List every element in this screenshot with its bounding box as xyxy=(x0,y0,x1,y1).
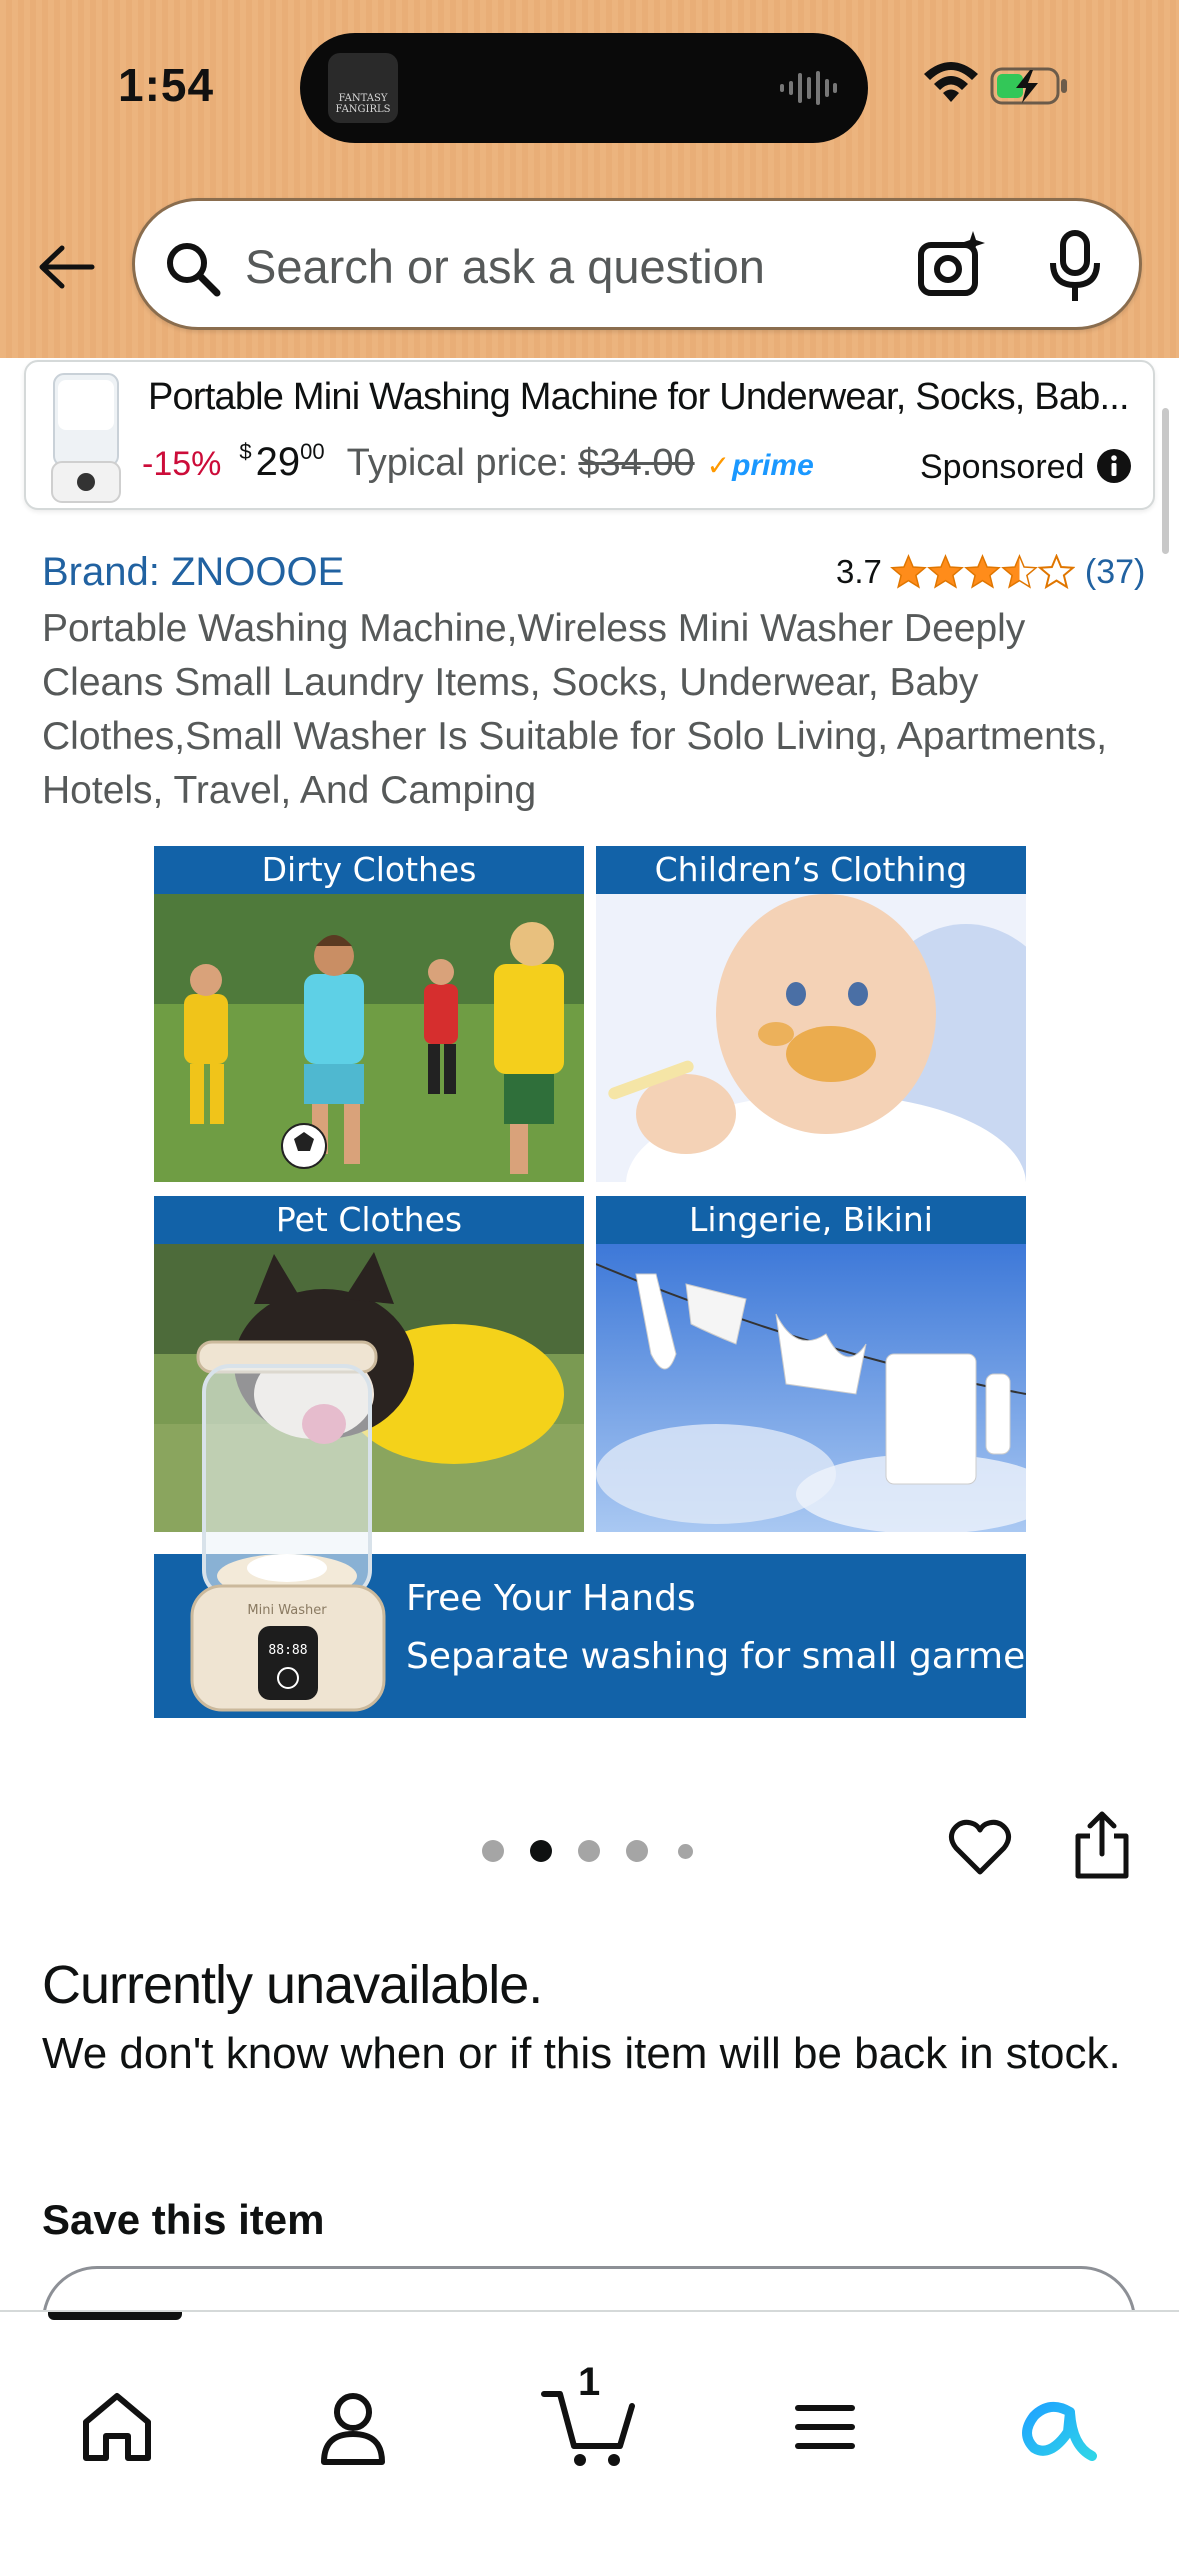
pager-dot[interactable] xyxy=(482,1840,504,1862)
soccer-photo xyxy=(154,894,584,1182)
save-item-heading: Save this item xyxy=(42,2196,325,2243)
camera-lens-icon[interactable] xyxy=(915,229,987,301)
discount-percent: -15% xyxy=(142,445,222,483)
image-tile-lingerie-bikini: Lingerie, Bikini xyxy=(596,1196,1026,1532)
audio-waveform-icon xyxy=(780,71,837,105)
back-arrow-icon[interactable] xyxy=(34,236,96,298)
pager-dot[interactable] xyxy=(678,1844,693,1859)
menu-icon[interactable] xyxy=(780,2382,870,2472)
pager-dot-active[interactable] xyxy=(530,1840,552,1862)
typical-price-value: $34.00 xyxy=(578,442,695,484)
sponsored-label: Sponsored xyxy=(920,448,1085,486)
sponsored-product-title: Portable Mini Washing Machine for Underw… xyxy=(148,376,1130,418)
prime-badge: ✓ prime xyxy=(707,449,814,483)
sponsored-product-thumbnail xyxy=(51,373,121,503)
star-full-icon xyxy=(926,554,964,589)
tile-label: Pet Clothes xyxy=(154,1196,584,1244)
bottom-nav: 1 xyxy=(0,2310,1179,2556)
star-empty-icon xyxy=(1037,554,1075,590)
prime-label: prime xyxy=(732,449,814,482)
tile-label: Children’s Clothing xyxy=(596,846,1026,894)
search-input[interactable] xyxy=(245,231,885,301)
mini-washer-illustration: Mini Washer 88:88 xyxy=(190,1340,386,1712)
promo-line-1: Free Your Hands xyxy=(406,1578,696,1619)
product-image[interactable]: Dirty Clothes Children’s Clothing Pet Cl… xyxy=(154,846,1081,1718)
microphone-icon[interactable] xyxy=(1047,229,1103,305)
price-currency: $ xyxy=(239,439,252,464)
image-tile-dirty-clothes: Dirty Clothes xyxy=(154,846,584,1182)
availability-message: We don't know when or if this item will … xyxy=(42,2029,1121,2078)
dynamic-island: FANTASY FANGIRLS xyxy=(300,33,868,143)
pager-dot[interactable] xyxy=(626,1840,648,1862)
prime-check-icon: ✓ xyxy=(706,450,731,481)
pager-dot[interactable] xyxy=(578,1840,600,1862)
share-icon[interactable] xyxy=(1072,1810,1132,1882)
price-whole: 29 xyxy=(255,440,301,484)
search-icon xyxy=(167,243,221,297)
cart-count-badge: 1 xyxy=(578,2360,601,2404)
active-tab-indicator xyxy=(48,2312,182,2320)
price-fraction: 00 xyxy=(300,439,325,464)
washer-brand-text: Mini Washer xyxy=(247,1603,327,1618)
sponsored-price-row: -15% $ 29 00 Typical price: $34.00 ✓ prim… xyxy=(142,439,814,490)
scroll-indicator xyxy=(1162,408,1169,554)
tile-label: Lingerie, Bikini xyxy=(596,1196,1026,1244)
star-half-icon xyxy=(1000,554,1038,589)
rating-row[interactable]: 3.7 (37) xyxy=(836,550,1145,594)
star-full-icon xyxy=(963,554,1001,589)
home-icon[interactable] xyxy=(72,2382,162,2472)
search-bar[interactable] xyxy=(132,198,1142,330)
image-tile-childrens-clothing: Children’s Clothing xyxy=(596,846,1026,1182)
rufus-assistant-icon[interactable] xyxy=(1010,2382,1100,2472)
typical-price-label: Typical price: xyxy=(346,442,569,484)
washer-display-text: 88:88 xyxy=(268,1643,307,1658)
info-icon[interactable] xyxy=(1096,448,1132,484)
clothesline-photo xyxy=(596,1244,1026,1532)
baby-photo xyxy=(596,894,1026,1182)
cart-button[interactable]: 1 xyxy=(540,2360,640,2470)
rating-count[interactable]: (37) xyxy=(1085,553,1145,592)
availability-title: Currently unavailable. xyxy=(42,1955,543,2015)
top-header: 1:54 FANTASY FANGIRLS xyxy=(0,0,1179,358)
tile-label: Dirty Clothes xyxy=(154,846,584,894)
brand-link[interactable]: Brand: ZNOOOE xyxy=(42,550,344,595)
rating-value: 3.7 xyxy=(836,553,882,590)
wifi-icon xyxy=(924,62,978,102)
now-playing-app-icon: FANTASY FANGIRLS xyxy=(328,53,398,123)
star-full-icon xyxy=(889,554,927,589)
product-title: Portable Washing Machine,Wireless Mini W… xyxy=(42,607,1108,812)
promo-line-2: Separate washing for small garments xyxy=(406,1636,1081,1677)
rating-stars xyxy=(889,554,1075,590)
image-pager-dots[interactable] xyxy=(478,1836,708,1866)
sponsored-product-banner[interactable]: Portable Mini Washing Machine for Underw… xyxy=(24,360,1155,510)
status-time: 1:54 xyxy=(118,59,215,111)
account-icon[interactable] xyxy=(308,2382,398,2472)
battery-charging-icon xyxy=(990,67,1067,105)
heart-icon[interactable] xyxy=(948,1816,1012,1880)
